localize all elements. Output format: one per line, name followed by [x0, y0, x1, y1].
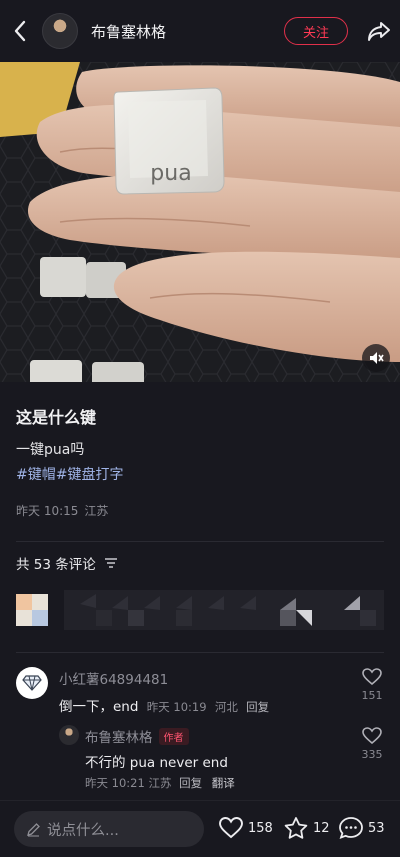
- author-name[interactable]: 布鲁塞林格: [91, 21, 284, 42]
- comment-input[interactable]: 说点什么...: [14, 811, 204, 847]
- keycap-photo: pua: [0, 62, 400, 382]
- speaker-muted-icon: [370, 352, 384, 364]
- tag-link[interactable]: #键盘打字: [56, 464, 124, 484]
- collect-count: 12: [313, 820, 330, 836]
- collect-button[interactable]: 12: [283, 816, 330, 840]
- commenter-avatar[interactable]: [16, 667, 48, 699]
- bottom-bar: 说点什么... 158 12 53: [0, 800, 400, 857]
- reply-meta: 昨天 10:21 江苏 回复 翻译: [85, 775, 235, 791]
- heart-icon: [219, 817, 243, 839]
- heart-icon: [362, 727, 382, 745]
- comment-location: 河北: [214, 700, 238, 714]
- divider: [16, 652, 384, 653]
- comment-count: 53: [368, 820, 385, 836]
- star-icon: [284, 817, 308, 839]
- like-count: 158: [248, 820, 273, 836]
- comments-count: 共 53 条评论: [16, 557, 96, 573]
- comment-like-count: 151: [361, 689, 383, 702]
- reply-author: 布鲁塞林格 作者: [85, 726, 189, 746]
- diamond-icon: [22, 675, 42, 691]
- author-badge: 作者: [158, 727, 189, 745]
- pencil-icon: [27, 822, 40, 837]
- reply-time: 昨天 10:21: [85, 776, 145, 790]
- comment-bubble-icon: [339, 817, 363, 839]
- post-image[interactable]: pua: [0, 62, 400, 382]
- translate-button[interactable]: 翻译: [212, 776, 235, 790]
- like-button[interactable]: 158: [218, 816, 273, 840]
- reply-avatar[interactable]: [59, 725, 79, 745]
- back-button[interactable]: [0, 0, 40, 62]
- comment-body: 倒一下，end 昨天 10:19 河北 回复: [59, 695, 269, 715]
- post-meta: 昨天 10:15 江苏: [16, 502, 108, 519]
- heart-icon: [362, 668, 382, 686]
- commenter-name[interactable]: 小红薯64894481: [59, 668, 168, 688]
- post-title: 这是什么键: [16, 408, 97, 427]
- comment-input-placeholder: 说点什么...: [47, 822, 119, 839]
- share-icon: [368, 22, 390, 41]
- reply-button[interactable]: 回复: [179, 776, 202, 790]
- follow-button[interactable]: 关注: [284, 17, 348, 45]
- reply-author-name[interactable]: 布鲁塞林格: [85, 726, 153, 746]
- comment-text: 倒一下，end: [59, 699, 139, 715]
- post-tags: #键帽 #键盘打字: [16, 464, 123, 484]
- sort-icon[interactable]: [104, 557, 118, 569]
- tag-link[interactable]: #键帽: [16, 464, 56, 484]
- comment-time: 昨天 10:19: [146, 700, 207, 714]
- mute-button[interactable]: [362, 344, 390, 372]
- comments-count-row: 共 53 条评论: [16, 553, 118, 573]
- author-avatar[interactable]: [42, 13, 78, 49]
- top-bar: 布鲁塞林格 关注: [0, 0, 400, 62]
- divider: [16, 541, 384, 542]
- comment-like[interactable]: 151: [360, 668, 384, 702]
- reply-text: 不行的 pua never end: [85, 755, 228, 771]
- obscured-comment: [16, 590, 384, 630]
- post-time: 昨天 10:15: [16, 504, 79, 518]
- reply-button[interactable]: 回复: [246, 700, 269, 714]
- reply-like-count: 335: [361, 748, 383, 761]
- keycap-label: pua: [150, 161, 191, 186]
- post-location: 江苏: [84, 504, 109, 518]
- reply-like[interactable]: 335: [360, 727, 384, 761]
- comment-button[interactable]: 53: [338, 816, 385, 840]
- reply-location: 江苏: [148, 776, 172, 790]
- share-button[interactable]: [358, 0, 400, 62]
- chevron-left-icon: [14, 20, 26, 42]
- post-description: 一键pua吗: [16, 442, 85, 458]
